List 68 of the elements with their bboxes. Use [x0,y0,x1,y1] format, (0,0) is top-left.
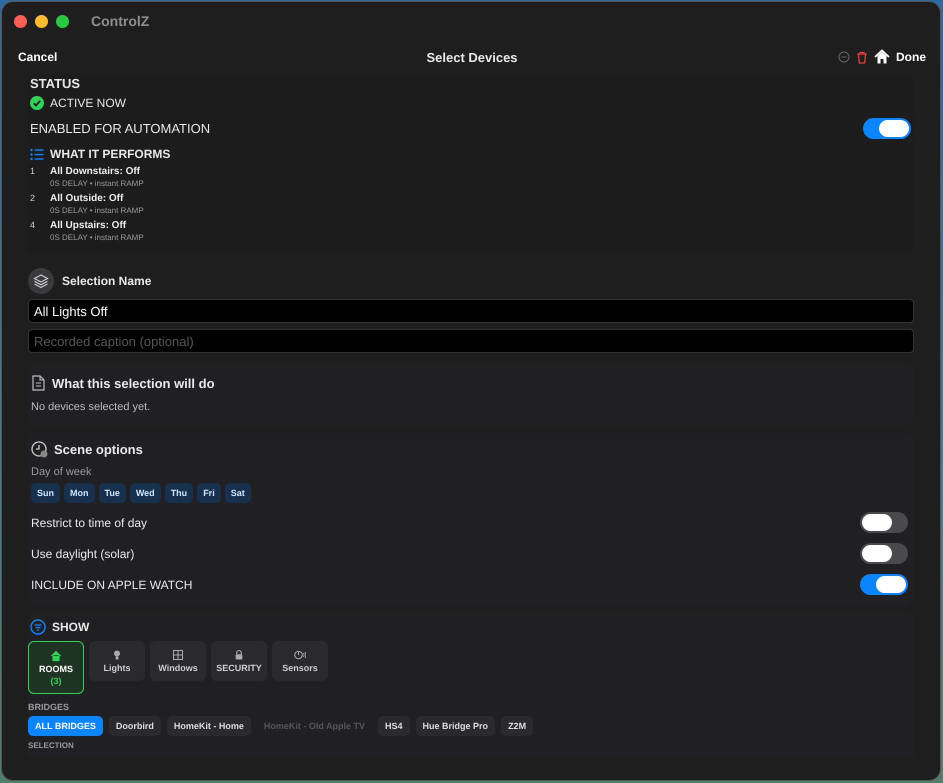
window-title: ControlZ [91,13,150,29]
status-text: ACTIVE NOW [50,96,126,110]
page-title: Select Devices [426,50,518,64]
section-heading: WHAT IT PERFORMS [50,147,170,161]
step-name: All Downstairs: Off [50,166,142,177]
day-chip[interactable]: Fri [197,483,221,503]
bridge-chip[interactable]: Hue Bridge Pro [416,716,496,736]
cancel-button[interactable]: Cancel [18,50,58,64]
house-icon[interactable] [874,49,890,65]
section-heading: Selection Name [62,274,152,288]
toggle-label: Restrict to time of day [31,516,148,530]
window-grid-icon [172,649,184,661]
layers-icon [28,268,54,294]
day-chip[interactable]: Wed [130,483,161,503]
name-field[interactable]: All Lights Off [28,299,914,323]
filter-tab[interactable]: Windows [150,641,206,681]
minus-circle-icon[interactable] [838,51,850,63]
day-chip[interactable]: Sat [224,483,251,503]
group-label: SELECTION [28,741,75,750]
step-number: 2 [30,193,36,205]
clock-icon [31,441,48,458]
toggle-switch[interactable] [860,512,908,533]
bridge-chip[interactable]: HS4 [378,716,410,736]
bridge-chip[interactable]: Z2M [501,716,534,736]
list-icon [30,148,44,160]
step-name: All Upstairs: Off [50,220,128,231]
filter-tab[interactable]: Lights [89,641,145,681]
card-heading: What this selection will do [52,376,215,390]
filter-tab[interactable]: SECURITY [211,641,267,681]
document-icon [31,375,46,391]
filter-tab[interactable]: ROOMS (3) [28,641,84,694]
toggle-switch[interactable] [863,118,911,139]
step-detail: 0S DELAY • instant RAMP [50,233,144,242]
day-chip[interactable]: Thu [164,483,194,503]
step-detail: 0S DELAY • instant RAMP [50,206,144,215]
card-heading: Scene options [54,442,143,457]
minimize-button[interactable] [35,14,48,28]
filter-circle-icon [30,619,46,635]
bridge-chip[interactable]: ALL BRIDGES [28,716,103,736]
day-chip[interactable]: Tue [98,483,126,503]
trash-icon[interactable] [856,50,868,64]
caption-field[interactable]: Recorded caption (optional) [28,329,914,353]
bridge-chip[interactable]: HomeKit - Home [166,716,251,736]
lightbulb-icon [111,649,123,661]
toggle-label: Use daylight (solar) [31,546,134,560]
toggle-label: ENABLED FOR AUTOMATION [30,121,210,136]
day-chip[interactable]: Sun [31,483,60,503]
field-label: Day of week [31,466,93,478]
step-detail: 0S DELAY • instant RAMP [50,179,144,188]
empty-message: No devices selected yet. [31,401,152,413]
section-heading: STATUS [30,76,82,91]
step-number: 4 [30,220,36,232]
toggle-switch[interactable] [860,574,908,595]
filter-tab[interactable]: Sensors [272,641,328,681]
toggle-switch[interactable] [860,543,908,564]
lock-icon [233,649,245,661]
toggle-label: INCLUDE ON APPLE WATCH [31,578,192,592]
section-heading: SHOW [52,620,90,634]
zoom-button[interactable] [56,14,69,28]
sensor-icon [294,649,306,661]
house-icon [50,650,62,662]
group-label: BRIDGES [28,702,70,712]
bridge-chip[interactable]: Doorbird [108,716,161,736]
done-button[interactable]: Done [896,50,926,64]
close-button[interactable] [14,14,27,28]
step-number: 1 [30,166,36,178]
day-chip[interactable]: Mon [64,483,94,503]
step-name: All Outside: Off [50,193,124,204]
